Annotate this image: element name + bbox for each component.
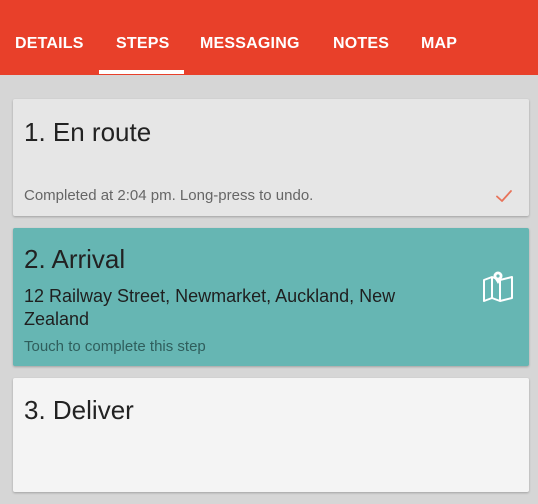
tab-map[interactable]: MAP: [421, 0, 457, 75]
step-title: 1. En route: [24, 117, 152, 147]
check-icon: [496, 190, 512, 202]
map-icon[interactable]: [481, 270, 515, 304]
tab-messaging[interactable]: MESSAGING: [200, 0, 300, 75]
selected-tab-indicator: [99, 70, 184, 74]
tab-notes[interactable]: NOTES: [333, 0, 389, 75]
step-address: 12 Railway Street, Newmarket, Auckland, …: [24, 286, 396, 329]
step-status: Completed at 2:04 pm. Long-press to undo…: [24, 187, 314, 204]
tab-bar: DETAILS STEPS MESSAGING NOTES MAP: [0, 0, 538, 75]
step-title: 3. Deliver: [24, 395, 134, 425]
step-card-deliver[interactable]: 3. Deliver: [13, 378, 529, 492]
tab-steps[interactable]: STEPS: [116, 0, 169, 75]
step-hint: Touch to complete this step: [24, 338, 206, 355]
step-title: 2. Arrival: [24, 244, 126, 274]
step-card-en-route[interactable]: 1. En route Completed at 2:04 pm. Long-p…: [13, 99, 529, 216]
step-card-arrival[interactable]: 2. Arrival 12 Railway Street, Newmarket,…: [13, 228, 529, 366]
tab-details[interactable]: DETAILS: [15, 0, 84, 75]
